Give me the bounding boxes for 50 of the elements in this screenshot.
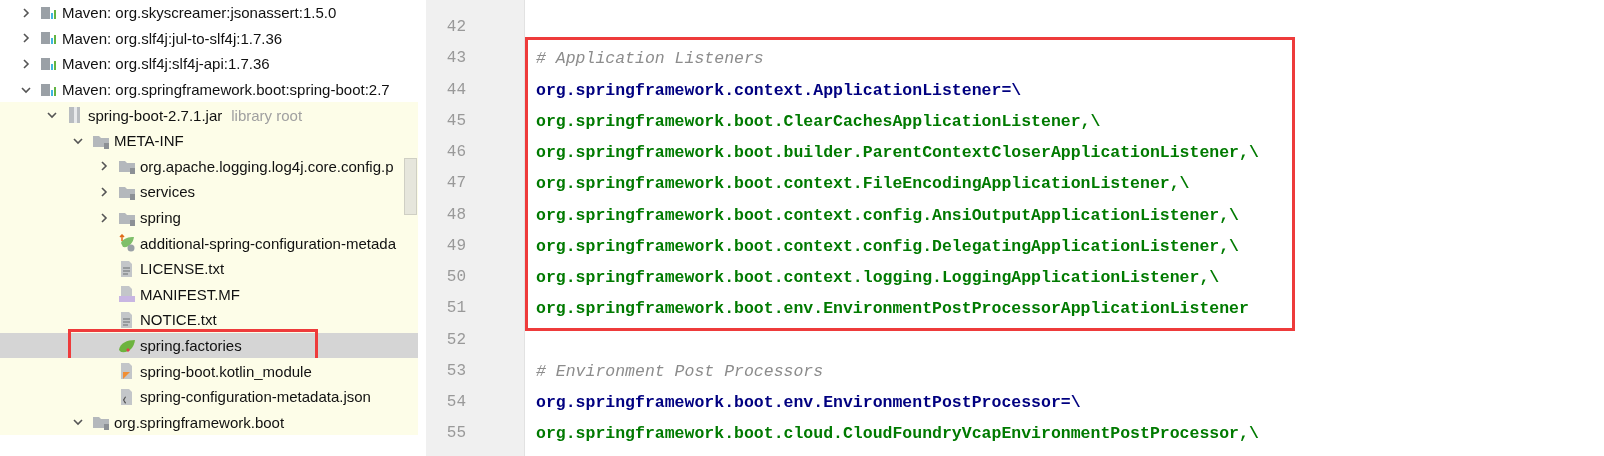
chevron-right-icon[interactable]: [98, 160, 110, 173]
line-number: 54: [445, 392, 467, 413]
code-comment: # Application Listeners: [536, 49, 764, 69]
chevron-right-icon[interactable]: [20, 58, 32, 70]
tree-item[interactable]: spring-boot.kotlin_module: [0, 358, 418, 384]
code-line: org.springframework.boot.builder.ParentContextCloserApplicationListener,\: [536, 143, 1259, 162]
tree-item[interactable]: LICENSE.txt: [0, 255, 418, 282]
chevron-right-icon[interactable]: [98, 185, 110, 198]
code-line: org.springframework.context.ApplicationListener=\: [536, 80, 1022, 100]
line-number: 51: [445, 298, 467, 320]
line-number: 48: [445, 204, 467, 226]
tree-item[interactable]: services: [0, 179, 418, 205]
code-comment: # Environment Post Processors: [536, 361, 824, 381]
tree-item[interactable]: MANIFEST.MF: [0, 281, 418, 308]
tree-item[interactable]: additional-spring-configuration-metada: [0, 230, 418, 256]
scrollbar-thumb[interactable]: [404, 158, 417, 215]
code-line: org.springframework.boot.context.logging.LoggingApplicationListener,\: [536, 268, 1220, 287]
tree-item[interactable]: org.springframework.boot: [0, 409, 418, 436]
tree-item[interactable]: spring: [0, 204, 418, 231]
metadata-file-icon: [118, 234, 136, 253]
tree-item[interactable]: META-INF: [0, 127, 418, 154]
chevron-right-icon[interactable]: [98, 211, 110, 224]
chevron-right-icon[interactable]: [20, 32, 32, 45]
tree-item[interactable]: NOTICE.txt: [0, 307, 418, 333]
library-icon: [40, 55, 58, 73]
code-line: org.springframework.boot.env.EnvironmentPostProcessor=\: [536, 393, 1081, 412]
tree-item[interactable]: spring.factories: [0, 332, 418, 359]
line-number: 49: [445, 235, 467, 257]
code-line: org.springframework.boot.cloud.CloudFoundryVcapEnvironmentPostProcessor,\: [536, 424, 1259, 444]
code-line: org.springframework.boot.context.FileEncodingApplicationListener,\: [536, 174, 1190, 194]
code-line: org.springframework.boot.context.config.AnsiOutputApplicationListener,\: [536, 205, 1239, 225]
code-line: org.springframework.boot.context.config.DelegatingApplicationListener,\: [536, 236, 1239, 256]
code-line: org.springframework.boot.env.EnvironmentPostProcessorApplicationListener: [536, 299, 1249, 319]
line-number: 52: [445, 329, 467, 351]
line-number: 42: [445, 17, 467, 38]
library-root-hint: library root: [231, 106, 303, 124]
manifest-file-icon: [118, 285, 136, 304]
line-number: 45: [445, 110, 467, 132]
tree-item[interactable]: spring-boot-2.7.1.jar library root: [0, 102, 418, 128]
tree-item[interactable]: spring-configuration-metadata.json: [0, 383, 418, 410]
line-number: 47: [445, 173, 467, 195]
tree-item[interactable]: org.apache.logging.log4j.core.config.p: [0, 153, 418, 180]
line-number: 53: [445, 360, 467, 382]
line-number: 55: [445, 423, 467, 445]
line-number: 44: [445, 79, 467, 101]
chevron-right-icon[interactable]: [20, 6, 32, 19]
line-number: 43: [445, 48, 467, 70]
code-line: org.springframework.boot.ClearCachesApplicationListener,\: [536, 111, 1101, 131]
line-number: 46: [445, 142, 467, 163]
line-number: 50: [445, 267, 467, 288]
